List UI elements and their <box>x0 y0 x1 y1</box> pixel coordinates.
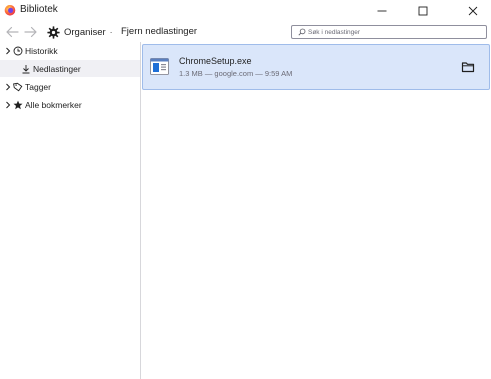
clear-downloads-button[interactable]: Fjern nedlastinger <box>121 26 197 37</box>
sidebar-item-tags[interactable]: Tagger <box>0 78 140 95</box>
star-icon <box>13 100 23 109</box>
minimize-icon <box>377 10 387 12</box>
clock-icon <box>13 46 23 55</box>
back-arrow-icon <box>6 26 19 38</box>
close-button[interactable] <box>455 0 491 22</box>
library-toolbar: Organiser · Fjern nedlastinger <box>0 22 491 42</box>
search-input[interactable] <box>308 26 483 38</box>
library-sidebar: Historikk Nedlastinger Tagger Alle bokme… <box>0 42 141 379</box>
organize-menu-button[interactable]: Organiser · <box>47 24 112 40</box>
download-item[interactable]: ChromeSetup.exe 1.3 MB — google.com — 9:… <box>142 44 490 90</box>
gear-icon <box>47 25 60 39</box>
sidebar-item-label: Historikk <box>25 45 58 56</box>
back-button[interactable] <box>4 24 20 40</box>
forward-button[interactable] <box>23 24 39 40</box>
sidebar-item-history[interactable]: Historikk <box>0 42 140 59</box>
tag-icon <box>13 82 23 91</box>
sidebar-item-label: Tagger <box>25 81 51 92</box>
downloads-list: ChromeSetup.exe 1.3 MB — google.com — 9:… <box>141 42 491 379</box>
menu-dot-indicator: · <box>109 27 113 37</box>
close-icon <box>468 6 478 16</box>
chevron-right-icon[interactable] <box>4 101 12 109</box>
download-arrow-icon <box>22 64 30 73</box>
chevron-right-icon[interactable] <box>4 83 12 91</box>
window-title: Bibliotek <box>20 4 58 15</box>
maximize-button[interactable] <box>405 0 441 22</box>
minimize-button[interactable] <box>364 0 400 22</box>
chevron-right-icon[interactable] <box>4 47 12 55</box>
sidebar-item-downloads[interactable]: Nedlastinger <box>0 60 140 77</box>
firefox-logo-icon <box>4 5 16 16</box>
download-file-name: ChromeSetup.exe <box>179 56 252 66</box>
sidebar-item-all-bookmarks[interactable]: Alle bokmerker <box>0 96 140 113</box>
download-details: 1.3 MB — google.com — 9:59 AM <box>179 69 293 78</box>
search-box[interactable] <box>291 25 487 39</box>
forward-arrow-icon <box>24 26 37 38</box>
search-icon <box>298 28 306 36</box>
title-bar: Bibliotek <box>0 0 491 22</box>
organize-label: Organiser <box>64 26 106 38</box>
sidebar-item-label: Nedlastinger <box>33 63 81 74</box>
open-folder-icon[interactable] <box>461 60 475 74</box>
sidebar-item-label: Alle bokmerker <box>25 99 82 110</box>
installer-file-icon <box>150 58 169 75</box>
maximize-icon <box>418 6 428 16</box>
